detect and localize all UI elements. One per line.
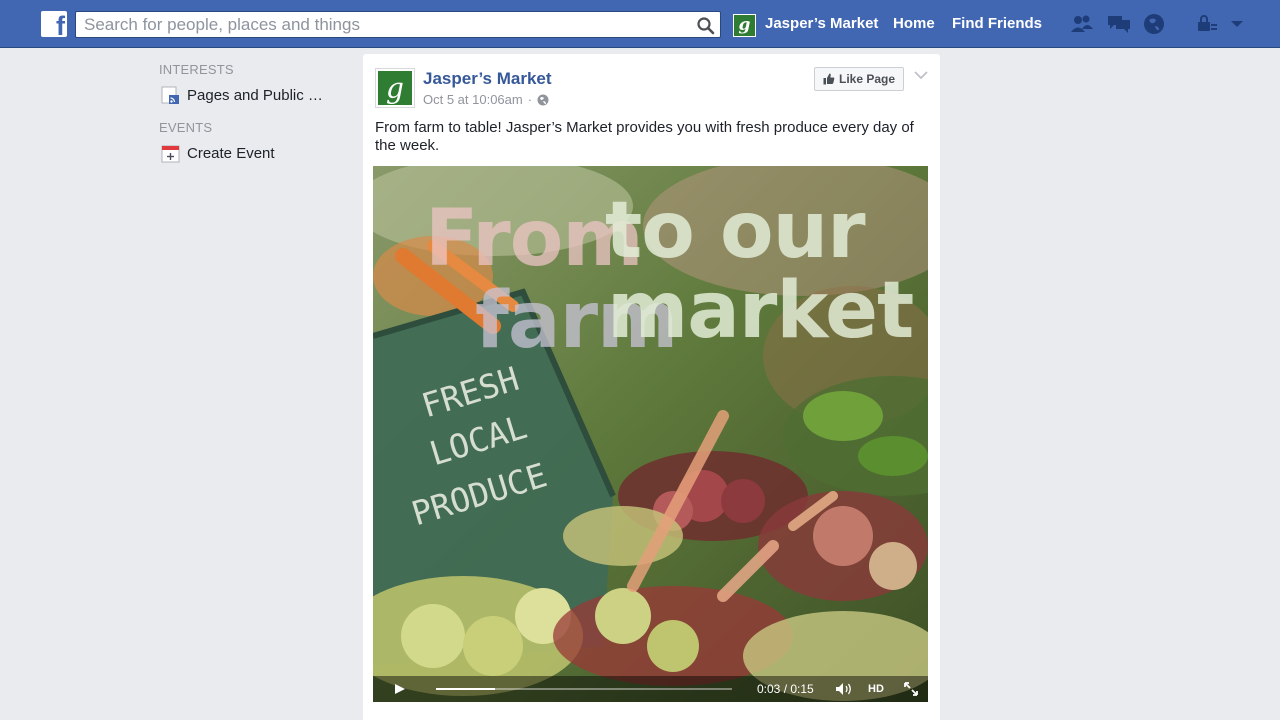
post-options-chevron-down-icon[interactable] xyxy=(914,70,928,80)
hd-toggle[interactable]: HD xyxy=(868,683,884,695)
post-page-name[interactable]: Jasper’s Market xyxy=(423,69,552,89)
interests-heading: INTERESTS xyxy=(159,62,234,77)
page-avatar[interactable]: g xyxy=(375,68,415,108)
notifications-globe-icon[interactable] xyxy=(1142,12,1168,36)
volume-icon[interactable] xyxy=(835,682,853,696)
overlay-text-market: market xyxy=(607,266,914,356)
events-heading: EVENTS xyxy=(159,120,213,135)
calendar-add-icon xyxy=(161,145,180,162)
overlay-text-to-our: to our xyxy=(605,186,866,276)
post-meta: Oct 5 at 10:06am · xyxy=(423,92,549,107)
page-shortcut-label[interactable]: Jasper’s Market xyxy=(765,15,878,32)
privacy-shortcuts-icon[interactable] xyxy=(1195,12,1221,36)
fullscreen-icon[interactable] xyxy=(904,682,918,696)
sidebar-item-create-event[interactable]: Create Event xyxy=(159,142,349,164)
find-friends-link[interactable]: Find Friends xyxy=(952,15,1042,32)
video-player[interactable]: From to our farm market FRESH LOCAL PROD… xyxy=(373,166,928,702)
thumbs-up-icon xyxy=(823,73,835,85)
search-box xyxy=(75,11,721,38)
post-card: g Jasper’s Market Oct 5 at 10:06am · Lik… xyxy=(363,54,940,720)
page-shortcut[interactable]: g xyxy=(733,12,756,38)
sidebar-item-label: Pages and Public … xyxy=(187,86,323,104)
like-page-button[interactable]: Like Page xyxy=(814,67,904,91)
search-icon[interactable] xyxy=(695,15,717,35)
search-input[interactable] xyxy=(84,13,684,36)
post-timestamp[interactable]: Oct 5 at 10:06am xyxy=(423,92,523,107)
left-sidebar: INTERESTS Pages and Public … EVENTS Crea… xyxy=(159,62,349,178)
facebook-logo-icon[interactable]: f xyxy=(41,11,67,37)
video-time: 0:03 / 0:15 xyxy=(757,682,814,696)
play-icon[interactable] xyxy=(395,684,405,694)
friend-requests-icon[interactable] xyxy=(1069,12,1095,36)
top-navigation-bar: f g Jasper’s Market Home Find Friends xyxy=(0,0,1280,48)
sidebar-item-label: Create Event xyxy=(187,144,275,162)
meta-separator: · xyxy=(527,92,533,107)
account-menu-chevron-down-icon[interactable] xyxy=(1226,12,1252,36)
page-avatar-icon: g xyxy=(733,13,756,37)
home-link[interactable]: Home xyxy=(893,15,935,32)
post-message: From farm to table! Jasper’s Market prov… xyxy=(375,119,914,154)
messages-icon[interactable] xyxy=(1106,12,1132,36)
like-page-label: Like Page xyxy=(838,72,896,86)
video-controls: 0:03 / 0:15 HD xyxy=(373,676,928,702)
video-progress-bar[interactable] xyxy=(436,688,732,690)
video-progress-fill xyxy=(436,688,496,690)
sidebar-item-pages-and-public[interactable]: Pages and Public … xyxy=(159,84,349,106)
rss-feed-icon xyxy=(161,86,179,104)
public-globe-icon[interactable] xyxy=(537,94,549,106)
